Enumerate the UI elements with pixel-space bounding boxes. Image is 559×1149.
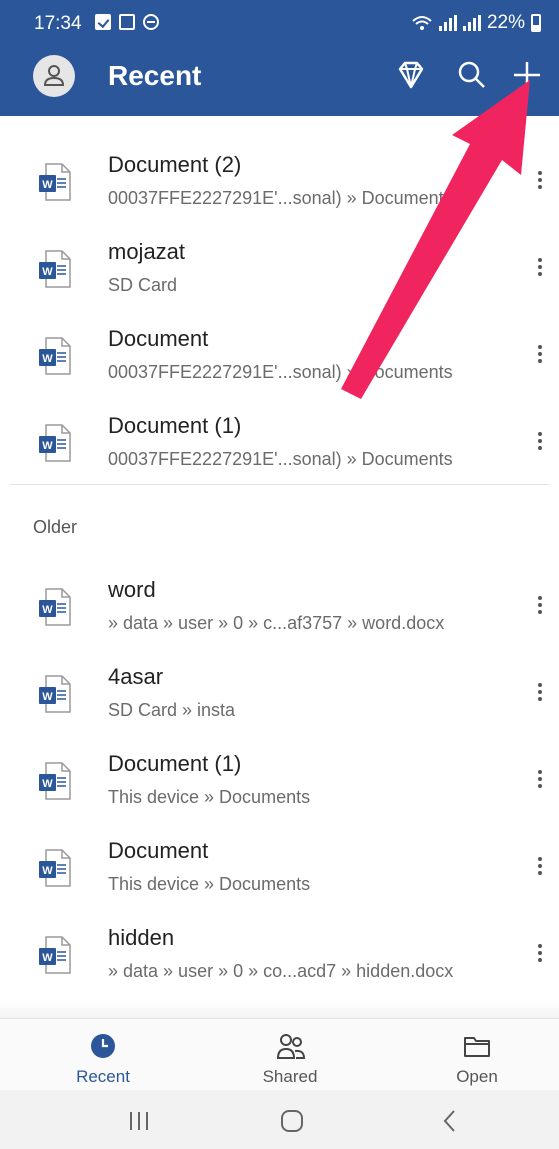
- more-options-icon[interactable]: [530, 854, 550, 884]
- more-options-icon[interactable]: [530, 342, 550, 372]
- bottom-navigation: Recent Shared Open: [0, 1018, 559, 1090]
- file-title: 4asar: [108, 664, 164, 689]
- clock-icon: [91, 1034, 115, 1058]
- file-path: » data » user » 0 » co...acd7 » hidden.d…: [108, 961, 454, 981]
- file-path: SD Card: [108, 275, 178, 295]
- svg-text:W: W: [42, 353, 53, 365]
- battery-icon: [531, 14, 541, 32]
- plus-icon[interactable]: [510, 58, 544, 92]
- svg-text:W: W: [42, 440, 53, 452]
- file-path: » data » user » 0 » c...af3757 » word.do…: [108, 613, 445, 633]
- file-path: 00037FFE2227291E'...sonal) » Documents: [108, 188, 453, 208]
- do-not-disturb-icon: [143, 14, 159, 30]
- file-title: Document (1): [108, 751, 242, 776]
- list-item[interactable]: W word » data » user » 0 » c...af3757 » …: [0, 563, 559, 651]
- notification-icons: [95, 14, 159, 30]
- word-document-icon: W: [39, 675, 71, 713]
- file-path: 00037FFE2227291E'...sonal) » Documents: [108, 362, 453, 382]
- section-divider: [10, 484, 549, 485]
- word-document-icon: W: [39, 250, 71, 288]
- file-title: mojazat: [108, 239, 186, 264]
- more-options-icon[interactable]: [530, 767, 550, 797]
- more-options-icon[interactable]: [530, 429, 550, 459]
- tab-shared[interactable]: Shared: [235, 1027, 345, 1087]
- word-document-icon: W: [39, 424, 71, 462]
- svg-text:W: W: [42, 952, 53, 964]
- app-header: 17:34 22% Recent: [0, 0, 559, 116]
- file-title: hidden: [108, 925, 175, 950]
- more-options-icon[interactable]: [530, 593, 550, 623]
- file-path: SD Card » insta: [108, 700, 236, 720]
- status-time: 17:34: [34, 13, 82, 34]
- file-title: word: [108, 577, 156, 602]
- more-options-icon[interactable]: [530, 941, 550, 971]
- recent-apps-icon[interactable]: [124, 1108, 154, 1134]
- file-path: This device » Documents: [108, 874, 311, 894]
- word-document-icon: W: [39, 936, 71, 974]
- word-document-icon: W: [39, 588, 71, 626]
- word-document-icon: W: [39, 849, 71, 887]
- list-item[interactable]: W Document This device » Documents: [0, 824, 559, 912]
- signal-icon-2: [462, 15, 481, 31]
- more-options-icon[interactable]: [530, 680, 550, 710]
- word-document-icon: W: [39, 762, 71, 800]
- list-item[interactable]: W Document (2) 00037FFE2227291E'...sonal…: [0, 138, 559, 226]
- svg-text:W: W: [42, 179, 53, 191]
- search-icon[interactable]: [455, 58, 489, 92]
- file-path: This device » Documents: [108, 787, 311, 807]
- svg-text:W: W: [42, 865, 53, 877]
- tab-label: Open: [456, 1067, 498, 1086]
- svg-text:W: W: [42, 604, 53, 616]
- image-notification-icon: [119, 14, 135, 30]
- avatar[interactable]: [33, 55, 75, 97]
- list-item[interactable]: W hidden » data » user » 0 » co...acd7 »…: [0, 911, 559, 999]
- back-icon[interactable]: [435, 1108, 465, 1134]
- tab-recent[interactable]: Recent: [48, 1027, 158, 1087]
- check-notification-icon: [95, 14, 111, 30]
- signal-icon: [438, 15, 457, 31]
- scroll-fade: [0, 1000, 559, 1018]
- premium-diamond-icon[interactable]: [394, 58, 428, 92]
- status-bar: 17:34 22%: [0, 0, 559, 48]
- file-title: Document (1): [108, 413, 242, 438]
- svg-text:W: W: [42, 691, 53, 703]
- list-item[interactable]: W 4asar SD Card » insta: [0, 650, 559, 738]
- tab-open[interactable]: Open: [422, 1027, 532, 1087]
- page-title: Recent: [108, 60, 202, 91]
- svg-text:W: W: [42, 778, 53, 790]
- battery-percent: 22%: [486, 12, 525, 33]
- list-item[interactable]: W Document (1) 00037FFE2227291E'...sonal…: [0, 399, 559, 487]
- folder-icon: [464, 1037, 490, 1057]
- list-item[interactable]: W Document 00037FFE2227291E'...sonal) » …: [0, 312, 559, 400]
- home-icon[interactable]: [277, 1108, 307, 1134]
- wifi-icon: [412, 16, 432, 30]
- tab-label: Recent: [76, 1067, 130, 1086]
- tab-label: Shared: [262, 1067, 318, 1086]
- file-path: 00037FFE2227291E'...sonal) » Documents: [108, 449, 453, 469]
- people-icon: [276, 1034, 306, 1059]
- person-icon: [43, 65, 65, 86]
- svg-text:W: W: [42, 266, 53, 278]
- file-title: Document: [108, 326, 209, 351]
- section-heading-older: Older: [33, 517, 78, 537]
- file-title: Document (2): [108, 152, 242, 177]
- status-right-icons: 22%: [411, 12, 541, 34]
- more-options-icon[interactable]: [530, 255, 550, 285]
- system-navigation-bar: [0, 1090, 559, 1149]
- word-document-icon: W: [39, 163, 71, 201]
- list-item[interactable]: W mojazat SD Card: [0, 225, 559, 313]
- file-title: Document: [108, 838, 209, 863]
- list-item[interactable]: W Document (1) This device » Documents: [0, 737, 559, 825]
- more-options-icon[interactable]: [530, 168, 550, 198]
- word-document-icon: W: [39, 337, 71, 375]
